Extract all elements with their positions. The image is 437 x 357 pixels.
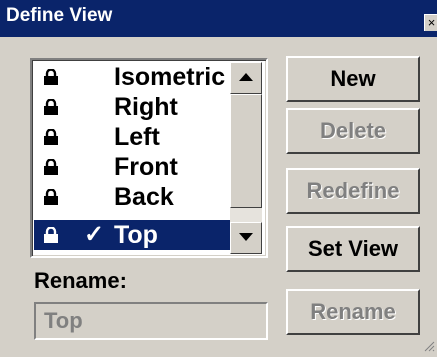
resize-grip-icon[interactable] <box>423 340 435 352</box>
listbox-scrollbar[interactable] <box>230 62 262 254</box>
set-view-button[interactable]: Set View <box>286 226 420 272</box>
list-item-label: Top <box>114 221 158 249</box>
list-item-label: Left <box>114 123 160 151</box>
lock-icon <box>44 159 58 175</box>
lock-icon <box>44 227 58 243</box>
scroll-thumb[interactable] <box>230 94 262 208</box>
lock-icon <box>44 189 58 205</box>
list-item-isometric[interactable]: Isometric <box>34 62 230 92</box>
up-arrow-icon <box>239 73 253 81</box>
list-item-label: Front <box>114 153 178 181</box>
list-item-left[interactable]: Left <box>34 122 230 152</box>
title-bar: Define View <box>0 0 437 37</box>
scroll-up-button[interactable] <box>230 62 262 94</box>
list-item-label: Isometric <box>114 63 226 91</box>
list-item-label: Back <box>114 183 174 211</box>
list-item-right[interactable]: Right <box>34 92 230 122</box>
down-arrow-icon <box>239 233 253 241</box>
close-button[interactable]: × <box>424 14 437 31</box>
list-item-label: Right <box>114 93 178 121</box>
lock-icon <box>44 69 58 85</box>
list-item-front[interactable]: Front <box>34 152 230 182</box>
lock-icon <box>44 99 58 115</box>
new-button[interactable]: New <box>286 56 420 102</box>
checkmark-icon: ✓ <box>84 221 105 248</box>
rename-button[interactable]: Rename <box>286 289 420 335</box>
scroll-down-button[interactable] <box>230 222 262 254</box>
list-item-top-selected[interactable]: ✓ Top <box>34 220 230 250</box>
redefine-button[interactable]: Redefine <box>286 168 420 214</box>
lock-icon <box>44 129 58 145</box>
rename-label: Rename: <box>34 268 127 293</box>
window-title: Define View <box>6 5 113 26</box>
list-item-back[interactable]: Back <box>34 182 230 212</box>
views-listbox[interactable]: Isometric Right Left Front Back ✓ Top <box>30 58 268 258</box>
delete-button[interactable]: Delete <box>286 108 420 154</box>
rename-field[interactable]: Top <box>34 302 268 340</box>
